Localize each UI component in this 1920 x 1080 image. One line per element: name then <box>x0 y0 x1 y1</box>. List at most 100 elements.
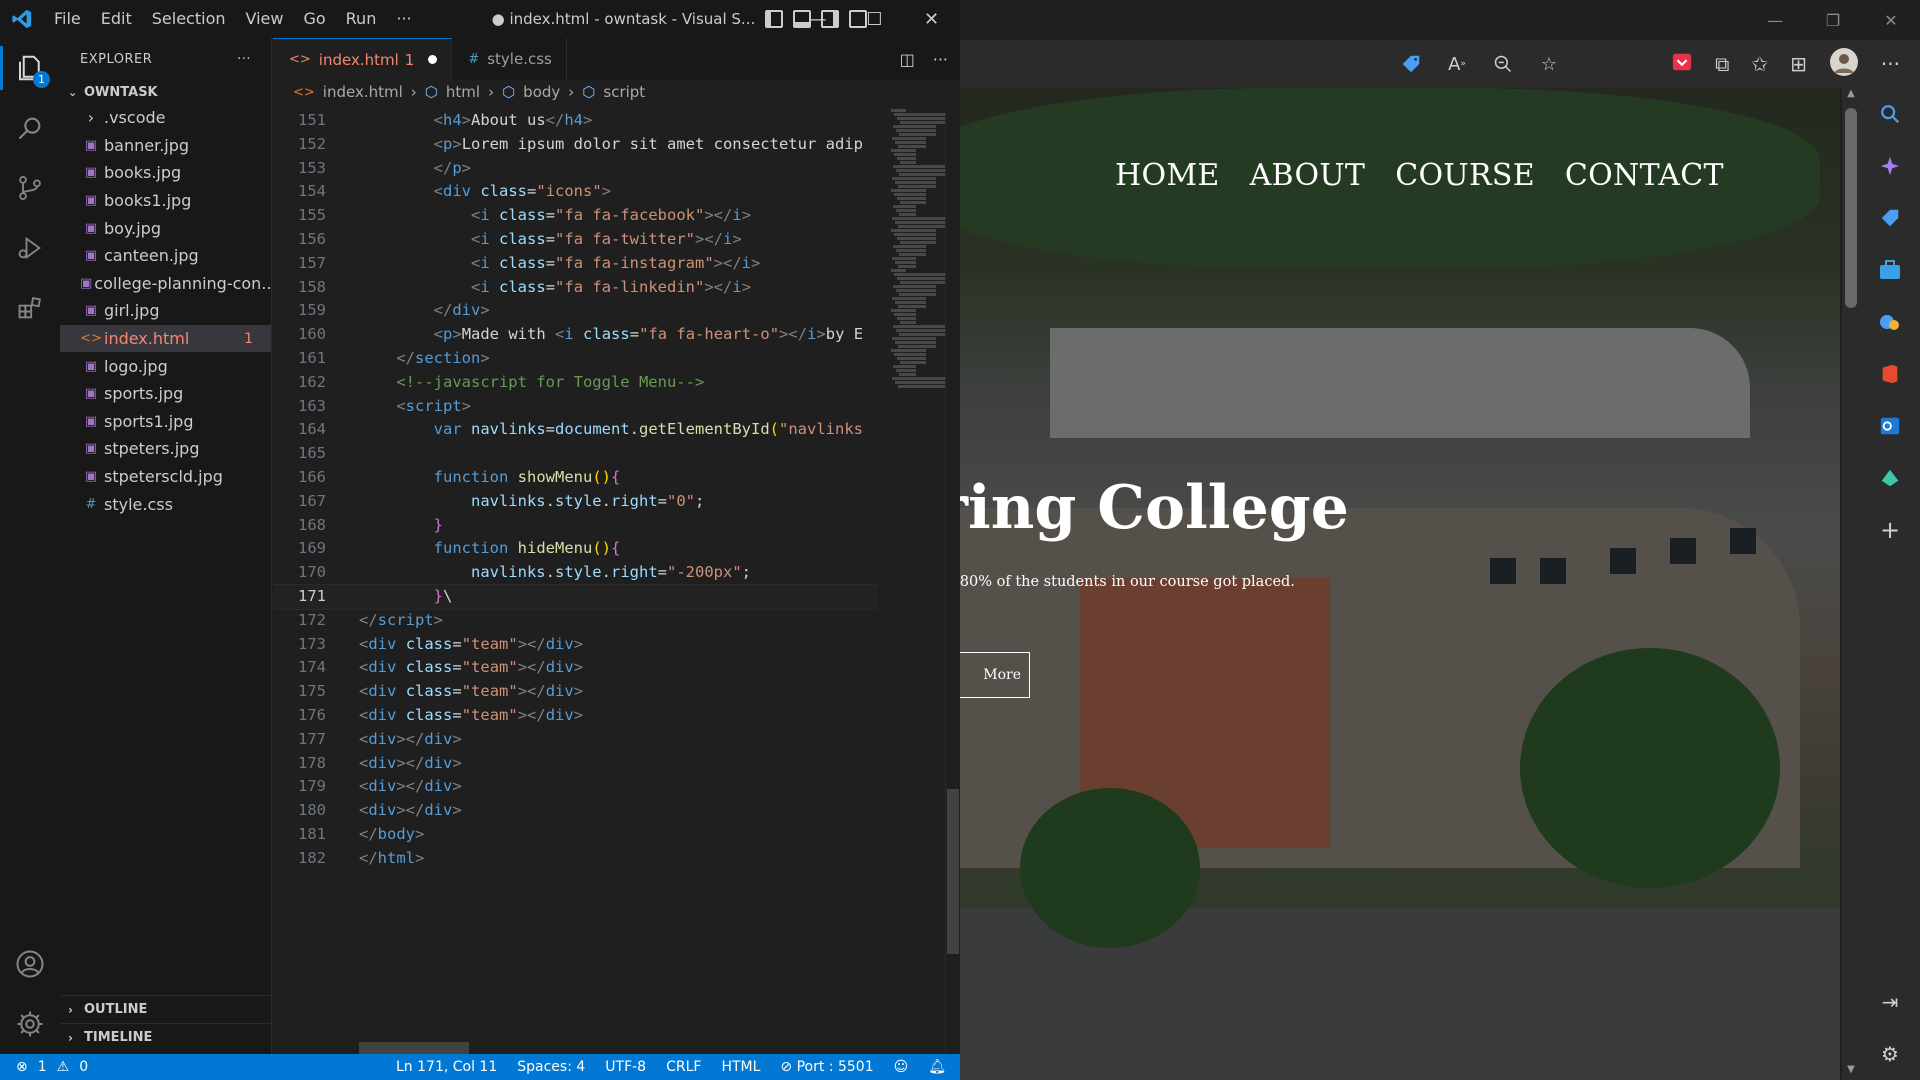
tab-style-css[interactable]: # style.css <box>452 38 567 80</box>
code-line[interactable]: 162 <!--javascript for Toggle Menu--> <box>273 371 878 395</box>
scrollbar-thumb[interactable] <box>947 789 959 954</box>
browser-restore-button[interactable]: ❐ <box>1804 0 1862 40</box>
page-scrollbar-thumb[interactable] <box>1845 108 1857 308</box>
menu-run[interactable]: Run <box>336 0 387 38</box>
menu-selection[interactable]: Selection <box>142 0 236 38</box>
code-line[interactable]: 163 <script> <box>273 395 878 419</box>
menu-edit[interactable]: Edit <box>91 0 142 38</box>
file-item[interactable]: ▣ books.jpg <box>60 159 271 187</box>
code-line[interactable]: 175 <div class="team"></div> <box>273 680 878 704</box>
code-line[interactable]: 157 <i class="fa fa-instagram"></i> <box>273 252 878 276</box>
settings-gear-icon[interactable] <box>0 994 60 1054</box>
maximize-button[interactable]: ☐ <box>846 0 903 38</box>
code-line[interactable]: 181 </body> <box>273 823 878 847</box>
file-item[interactable]: <> index.html 1 <box>60 324 271 353</box>
code-line[interactable]: 178 <div></div> <box>273 752 878 776</box>
horizontal-scrollbar-thumb[interactable] <box>359 1042 469 1054</box>
add-favorite-icon[interactable]: ☆ <box>1538 53 1560 75</box>
more-actions-icon[interactable]: ··· <box>933 50 948 69</box>
file-item[interactable]: ▣ stpeters.jpg <box>60 435 271 463</box>
code-editor[interactable]: 151 <h4>About us</h4> 152 <p>Lorem ipsum … <box>273 109 878 1054</box>
nav-contact[interactable]: CONTACT <box>1565 158 1724 193</box>
split-editor-icon[interactable]: ◫ <box>900 50 915 69</box>
code-line[interactable]: 170 navlinks.style.right="-200px"; <box>273 561 878 585</box>
hide-sidebar-icon[interactable]: ⇥ <box>1860 976 1920 1028</box>
timeline-section[interactable]: › TIMELINE <box>60 1023 271 1051</box>
folder-owntask[interactable]: ⌄ OWNTASK <box>60 80 271 104</box>
code-line[interactable]: 169 function hideMenu(){ <box>273 537 878 561</box>
feedback-icon[interactable]: ☺ <box>894 1059 909 1075</box>
file-item[interactable]: ▣ sports1.jpg <box>60 408 271 436</box>
indentation[interactable]: Spaces: 4 <box>517 1059 585 1075</box>
code-line[interactable]: 159 </div> <box>273 299 878 323</box>
code-line[interactable]: 173 <div class="team"></div> <box>273 633 878 657</box>
code-line[interactable]: 168 } <box>273 514 878 538</box>
menu-file[interactable]: File <box>44 0 91 38</box>
minimize-button[interactable]: — <box>789 0 846 38</box>
problems-indicator[interactable]: ⊗ 1 ⚠ 0 <box>0 1059 88 1075</box>
add-sidebar-app-icon[interactable]: + <box>1860 504 1920 556</box>
file-item[interactable]: ▣ college-planning-con... <box>60 270 271 298</box>
pocket-icon[interactable] <box>1671 51 1693 77</box>
tools-briefcase-icon[interactable] <box>1860 244 1920 296</box>
tab-index-html[interactable]: <> index.html 1 <box>273 38 453 80</box>
extensions-icon[interactable] <box>0 278 60 338</box>
cursor-position[interactable]: Ln 171, Col 11 <box>396 1059 497 1075</box>
file-item[interactable]: ▣ girl.jpg <box>60 297 271 325</box>
explorer-more-button[interactable]: ··· <box>237 52 251 67</box>
code-line[interactable]: 161 </section> <box>273 347 878 371</box>
sidebar-settings-icon[interactable]: ⚙ <box>1860 1028 1920 1080</box>
minimap[interactable] <box>891 109 946 469</box>
code-line[interactable]: 174 <div class="team"></div> <box>273 656 878 680</box>
code-line[interactable]: 154 <div class="icons"> <box>273 180 878 204</box>
code-line[interactable]: 180 <div></div> <box>273 799 878 823</box>
nav-about[interactable]: ABOUT <box>1250 158 1366 193</box>
code-line[interactable]: 171 }\ <box>273 583 878 610</box>
browser-close-button[interactable]: ✕ <box>1862 0 1920 40</box>
outline-section[interactable]: › OUTLINE <box>60 995 271 1023</box>
encoding[interactable]: UTF-8 <box>605 1059 646 1075</box>
profile-avatar[interactable] <box>1829 47 1859 81</box>
live-server-port[interactable]: ⊘ Port : 5501 <box>780 1059 873 1075</box>
outlook-icon[interactable] <box>1860 400 1920 452</box>
line-ending[interactable]: CRLF <box>666 1059 701 1075</box>
page-scrollbar[interactable]: ▲ ▼ <box>1842 88 1860 1080</box>
run-debug-icon[interactable] <box>0 218 60 278</box>
extensions-puzzle-icon[interactable]: ⧉ <box>1715 52 1729 76</box>
zoom-out-icon[interactable] <box>1492 53 1514 75</box>
copilot-icon[interactable] <box>1860 140 1920 192</box>
source-control-icon[interactable] <box>0 158 60 218</box>
editor-scrollbar[interactable] <box>945 109 959 1054</box>
file-item[interactable]: # style.css <box>60 490 271 518</box>
breadcrumb-script[interactable]: script <box>603 83 645 101</box>
code-line[interactable]: 164 var navlinks=document.getElementById… <box>273 418 878 442</box>
code-line[interactable]: 165 <box>273 442 878 466</box>
scroll-up-arrow-icon[interactable]: ▲ <box>1842 88 1860 104</box>
sidebar-search-icon[interactable] <box>1860 88 1920 140</box>
code-line[interactable]: 166 function showMenu(){ <box>273 466 878 490</box>
code-line[interactable]: 172 </script> <box>273 609 878 633</box>
nav-home[interactable]: HOME <box>1115 158 1220 193</box>
menu-more[interactable]: ··· <box>386 0 421 38</box>
nav-course[interactable]: COURSE <box>1395 158 1535 193</box>
breadcrumb-file[interactable]: index.html <box>323 83 403 101</box>
code-line[interactable]: 160 <p>Made with <i class="fa fa-heart-o… <box>273 323 878 347</box>
file-item[interactable]: ▣ logo.jpg <box>60 352 271 380</box>
breadcrumb-body[interactable]: body <box>523 83 560 101</box>
file-item[interactable]: ▣ stpeterscld.jpg <box>60 463 271 491</box>
unsaved-dot-icon[interactable] <box>428 55 438 64</box>
office-icon[interactable] <box>1860 348 1920 400</box>
settings-more-icon[interactable]: ··· <box>1881 52 1900 76</box>
close-button[interactable]: ✕ <box>903 0 960 38</box>
read-aloud-icon[interactable]: A» <box>1446 53 1468 75</box>
shopping-tag-icon[interactable] <box>1860 192 1920 244</box>
file-item[interactable]: ▣ banner.jpg <box>60 132 271 160</box>
code-line[interactable]: 176 <div class="team"></div> <box>273 704 878 728</box>
scroll-down-arrow-icon[interactable]: ▼ <box>1842 1064 1860 1080</box>
explorer-icon[interactable]: 1 <box>0 38 60 98</box>
drop-icon[interactable] <box>1860 452 1920 504</box>
collections-icon[interactable]: ⊞ <box>1790 52 1807 76</box>
code-line[interactable]: 167 navlinks.style.right="0"; <box>273 490 878 514</box>
code-line[interactable]: 158 <i class="fa fa-linkedin"></i> <box>273 276 878 300</box>
notifications-bell-icon[interactable]: 🔔︎ <box>928 1059 946 1075</box>
